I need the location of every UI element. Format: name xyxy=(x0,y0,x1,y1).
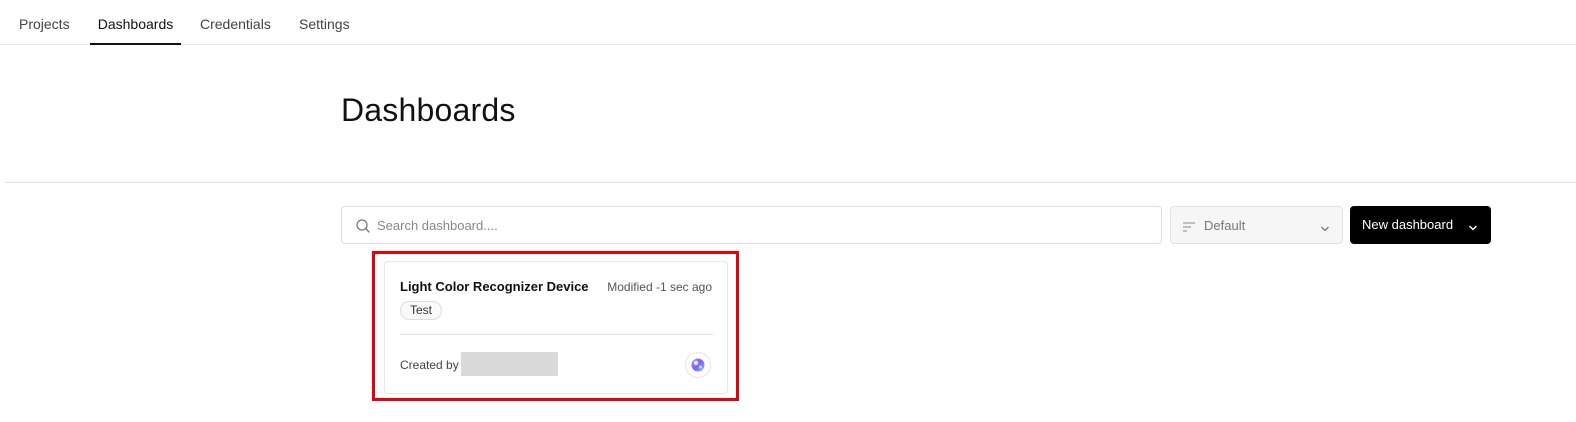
redacted-creator-name xyxy=(461,352,558,376)
new-dashboard-button[interactable]: New dashboard xyxy=(1350,206,1491,244)
tab-projects[interactable]: Projects xyxy=(19,0,72,45)
tab-dashboards[interactable]: Dashboards xyxy=(90,0,181,45)
sort-select-value: Default xyxy=(1204,218,1246,233)
card-divider xyxy=(400,334,713,335)
tab-credentials[interactable]: Credentials xyxy=(200,0,275,45)
page-title: Dashboards xyxy=(341,92,516,128)
top-nav: Projects Dashboards Credentials Settings xyxy=(0,0,1576,45)
search-icon xyxy=(355,218,371,234)
search-input[interactable] xyxy=(377,207,1147,243)
new-dashboard-label: New dashboard xyxy=(1362,217,1454,232)
created-by-label: Created by xyxy=(400,358,459,372)
tab-settings[interactable]: Settings xyxy=(299,0,354,45)
header-divider xyxy=(5,182,1576,183)
search-box[interactable] xyxy=(341,206,1162,244)
dashboard-tag[interactable]: Test xyxy=(400,301,443,320)
dashboard-card-modified: Modified -1 sec ago xyxy=(607,280,712,294)
chevron-down-icon xyxy=(1320,221,1330,232)
user-avatar-icon[interactable] xyxy=(685,352,711,378)
chevron-down-icon xyxy=(1468,220,1478,231)
dashboard-card-title: Light Color Recognizer Device xyxy=(400,279,589,294)
sort-lines-icon xyxy=(1183,220,1195,232)
sort-select[interactable]: Default xyxy=(1170,206,1343,244)
dashboard-card[interactable]: Light Color Recognizer Device Modified -… xyxy=(384,261,728,394)
